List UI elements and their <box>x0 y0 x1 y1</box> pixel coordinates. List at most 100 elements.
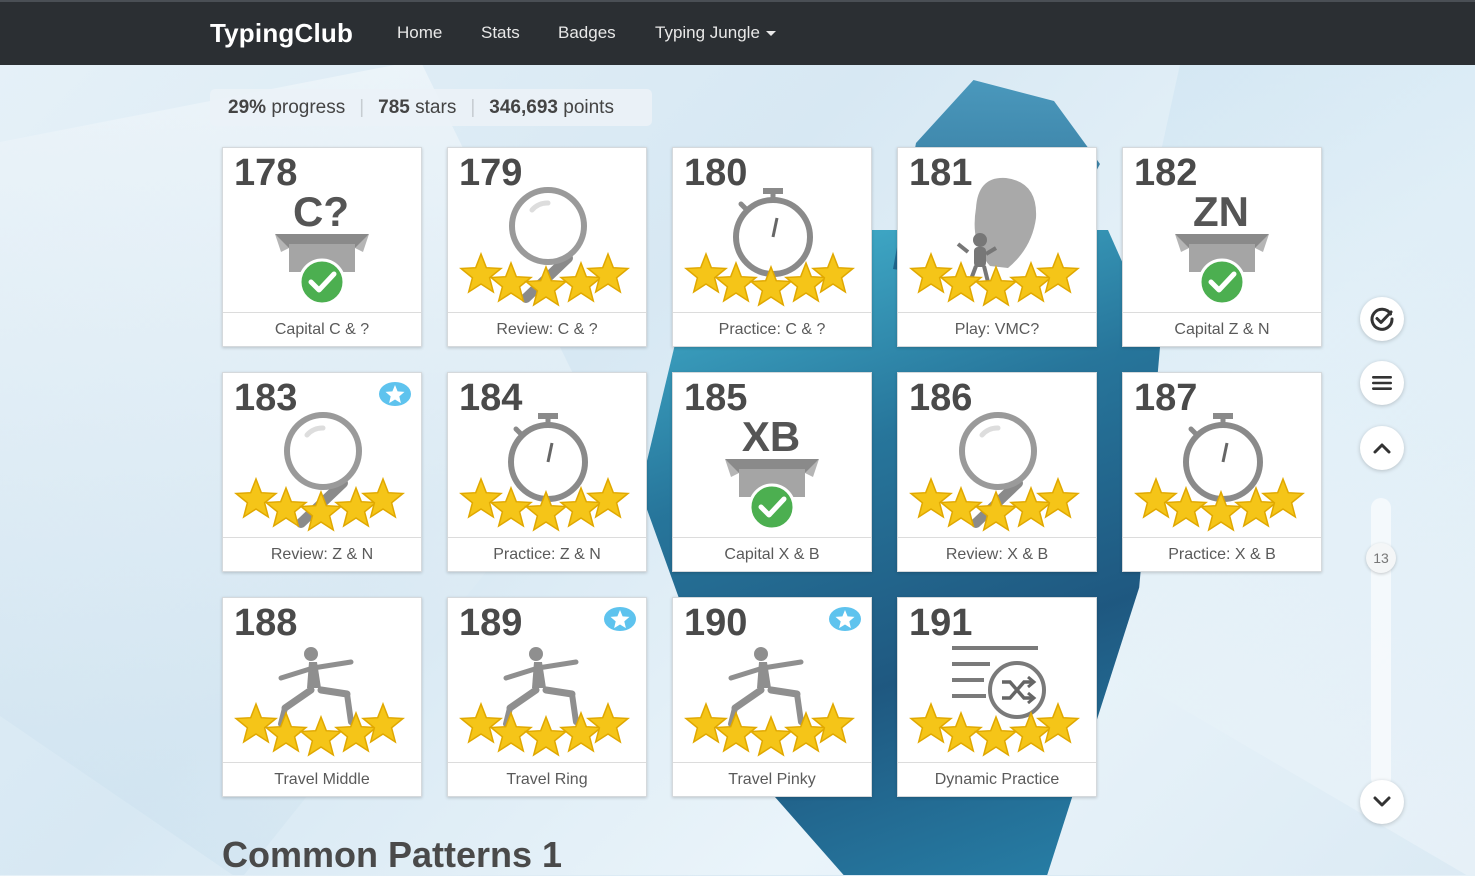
lesson-title: Travel Pinky <box>673 762 871 796</box>
star-icon <box>1036 476 1080 519</box>
nav-badges[interactable]: Badges <box>558 23 616 43</box>
section-title: Common Patterns 1 <box>222 834 563 875</box>
caret-down-icon <box>765 31 776 37</box>
menu-icon <box>1372 376 1392 390</box>
lesson-number: 186 <box>909 377 973 419</box>
star-icon <box>684 251 728 294</box>
star-icon <box>459 701 503 744</box>
navbar: TypingClub Home Stats Badges Typing Jung… <box>0 0 1475 65</box>
star-icon <box>459 251 503 294</box>
menu-button[interactable] <box>1360 361 1404 405</box>
lesson-card-186[interactable]: 186 Review: X & B <box>897 372 1097 572</box>
star-icon <box>234 701 278 744</box>
page-scroll-handle[interactable]: 13 <box>1366 543 1396 573</box>
stopwatch-icon <box>1183 413 1263 502</box>
lesson-number: 187 <box>1134 377 1198 419</box>
star-icon <box>749 714 793 757</box>
lesson-card-185[interactable]: XB 185 Capital X & B <box>672 372 872 572</box>
star-icon <box>974 714 1018 757</box>
dropdown-label: Typing Jungle <box>655 23 760 42</box>
svg-text:ZN: ZN <box>1193 188 1249 235</box>
star-icon <box>361 701 405 744</box>
lesson-card-183[interactable]: 183 Review: Z & N <box>222 372 422 572</box>
star-icon <box>586 251 630 294</box>
lesson-card-184[interactable]: 184 Practice: Z & N <box>447 372 647 572</box>
lesson-number: 180 <box>684 152 748 194</box>
shuffle-list-icon <box>952 646 1046 719</box>
chevron-up-icon <box>1373 443 1391 454</box>
lesson-number: 188 <box>234 602 298 644</box>
page-scroll-track[interactable] <box>1371 498 1391 788</box>
lesson-number: 178 <box>234 152 298 194</box>
points-value: 346,693 <box>489 96 558 118</box>
points-label: points <box>563 96 614 118</box>
star-icon <box>299 489 343 532</box>
star-icon <box>361 476 405 519</box>
lesson-title: Review: Z & N <box>223 537 421 571</box>
nav-home[interactable]: Home <box>397 23 442 43</box>
star-icon <box>524 264 568 307</box>
lesson-number: 190 <box>684 602 748 644</box>
progress-value: 29% <box>228 96 267 118</box>
stars-value: 785 <box>378 96 410 118</box>
lesson-number: 182 <box>1134 152 1198 194</box>
lesson-number: 191 <box>909 602 973 644</box>
nav-typing-jungle-dropdown[interactable]: Typing Jungle <box>655 23 776 43</box>
star-icon <box>974 489 1018 532</box>
lesson-number: 185 <box>684 377 748 419</box>
lesson-title: Capital C & ? <box>223 312 421 346</box>
completed-filter-button[interactable] <box>1360 297 1404 341</box>
star-icon <box>909 476 953 519</box>
achievement-badge-icon <box>379 382 411 406</box>
yoga-figure-icon <box>503 647 579 727</box>
lesson-title: Review: X & B <box>898 537 1096 571</box>
lesson-title: Capital Z & N <box>1123 312 1321 346</box>
scroll-up-button[interactable] <box>1360 426 1404 470</box>
gift-box-icon: C? <box>275 188 369 306</box>
lesson-card-189[interactable]: 189 Travel Ring <box>447 597 647 797</box>
svg-text:XB: XB <box>742 413 800 460</box>
divider: | <box>470 96 476 118</box>
lesson-title: Practice: X & B <box>1123 537 1321 571</box>
lesson-card-188[interactable]: 188 Travel Middle <box>222 597 422 797</box>
star-icon <box>811 251 855 294</box>
lesson-card-180[interactable]: 180 Practice: C & ? <box>672 147 872 347</box>
lesson-card-191[interactable]: 191 Dynamic Practice <box>897 597 1097 797</box>
lesson-card-179[interactable]: 179 Review: C & ? <box>447 147 647 347</box>
star-icon <box>524 714 568 757</box>
check-circle-icon <box>1370 307 1394 331</box>
lesson-title: Practice: C & ? <box>673 312 871 346</box>
star-icon <box>1261 476 1305 519</box>
lesson-card-178[interactable]: C? 178 Capital C & ? <box>222 147 422 347</box>
lesson-title: Capital X & B <box>673 537 871 571</box>
lesson-number: 181 <box>909 152 973 194</box>
lesson-number: 184 <box>459 377 523 419</box>
yoga-figure-icon <box>728 647 804 727</box>
stars-label: stars <box>415 96 457 118</box>
lesson-card-182[interactable]: ZN 182 Capital Z & N <box>1122 147 1322 347</box>
lesson-card-190[interactable]: 190 Travel Pinky <box>672 597 872 797</box>
star-icon <box>234 476 278 519</box>
nav-stats[interactable]: Stats <box>481 23 520 43</box>
star-icon <box>974 264 1018 307</box>
star-icon <box>909 251 953 294</box>
lesson-title: Dynamic Practice <box>898 762 1096 796</box>
scroll-down-button[interactable] <box>1360 780 1404 824</box>
progress-label: progress <box>271 96 346 118</box>
lesson-number: 179 <box>459 152 523 194</box>
lesson-title: Practice: Z & N <box>448 537 646 571</box>
gift-box-icon: XB <box>725 413 819 531</box>
achievement-badge-icon <box>604 607 636 631</box>
lesson-card-187[interactable]: 187 Practice: X & B <box>1122 372 1322 572</box>
lesson-number: 183 <box>234 377 298 419</box>
brand-logo[interactable]: TypingClub <box>210 18 353 49</box>
lesson-card-181[interactable]: 181 Play: VMC? <box>897 147 1097 347</box>
chevron-down-icon <box>1373 796 1391 807</box>
divider: | <box>359 96 365 118</box>
gift-box-icon: ZN <box>1175 188 1269 306</box>
star-icon <box>684 701 728 744</box>
star-icon <box>586 701 630 744</box>
star-icon <box>1134 476 1178 519</box>
star-icon <box>586 476 630 519</box>
stopwatch-icon <box>733 188 813 277</box>
